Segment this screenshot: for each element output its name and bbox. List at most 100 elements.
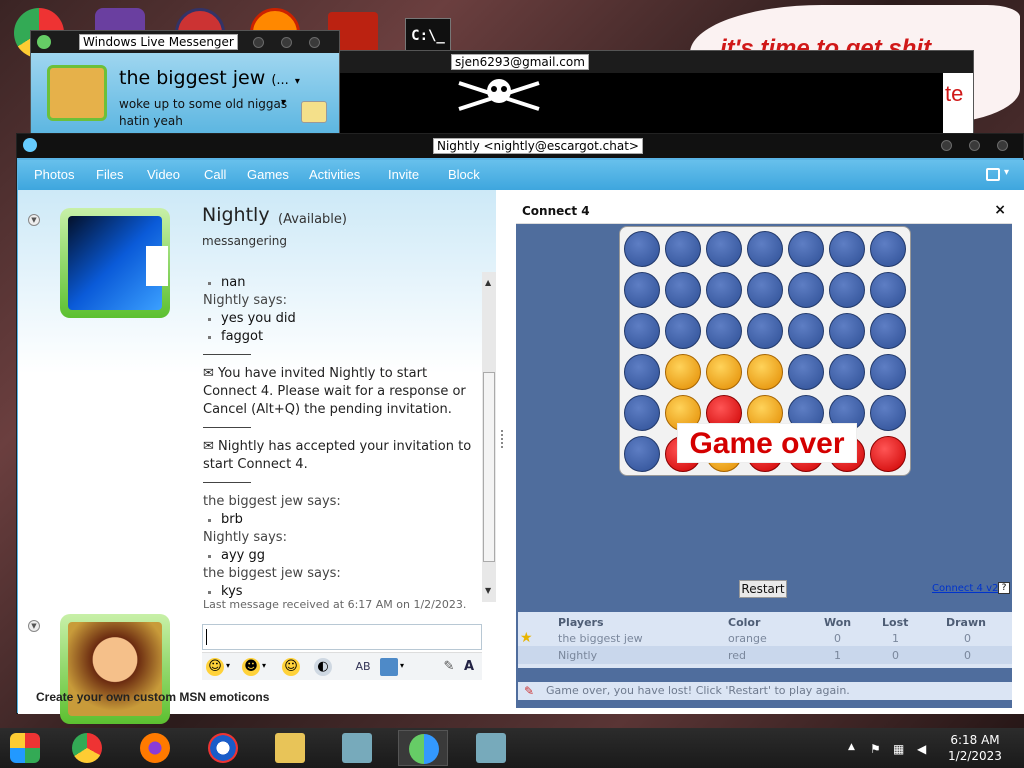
empty-slot[interactable] (870, 272, 906, 308)
minimize-button[interactable] (253, 37, 264, 48)
empty-slot[interactable] (788, 354, 824, 390)
empty-slot[interactable] (829, 231, 865, 267)
font-icon[interactable]: AB (354, 658, 372, 676)
close-button[interactable] (309, 37, 320, 48)
close-button[interactable] (997, 140, 1008, 151)
taskbar-app[interactable] (198, 730, 248, 766)
empty-slot[interactable] (747, 272, 783, 308)
personal-message[interactable]: woke up to some old niggas hatin yeah (119, 96, 289, 130)
menu-invite[interactable]: Invite (388, 167, 419, 182)
empty-slot[interactable] (870, 313, 906, 349)
empty-slot[interactable] (870, 354, 906, 390)
chevron-down-icon[interactable]: ▾ (295, 76, 300, 87)
empty-slot[interactable] (706, 272, 742, 308)
taskbar-chrome[interactable] (62, 730, 112, 766)
menu-games[interactable]: Games (247, 167, 289, 182)
maximize-button[interactable] (281, 37, 292, 48)
empty-slot[interactable] (706, 231, 742, 267)
menu-photos[interactable]: Photos (34, 167, 74, 182)
conversation-window[interactable]: Nightly <nightly@escargot.chat> Photos F… (16, 133, 1024, 724)
custom-emoticons-link[interactable]: Create your own custom MSN emoticons (36, 690, 269, 704)
empty-slot[interactable] (706, 313, 742, 349)
menu-video[interactable]: Video (147, 167, 180, 182)
splitter-grip-icon[interactable] (501, 430, 503, 448)
chevron-down-icon[interactable]: ▾ (400, 661, 404, 670)
pane-splitter[interactable] (496, 190, 508, 714)
background-icon[interactable] (380, 658, 398, 676)
chevron-down-icon[interactable]: ▾ (262, 661, 266, 670)
my-avatar[interactable] (47, 65, 107, 121)
empty-slot[interactable] (624, 313, 660, 349)
network-icon[interactable]: ▦ (893, 742, 904, 756)
empty-slot[interactable] (829, 354, 865, 390)
empty-slot[interactable] (624, 272, 660, 308)
collapse-contact-icon[interactable]: ▼ (28, 214, 40, 226)
empty-slot[interactable] (665, 272, 701, 308)
chevron-down-icon[interactable]: ▾ (281, 97, 286, 108)
taskbar-computer[interactable] (466, 730, 516, 766)
empty-slot[interactable] (665, 231, 701, 267)
restart-button[interactable]: Restart (739, 580, 787, 598)
empty-slot[interactable] (788, 313, 824, 349)
voice-clip-icon[interactable]: ◐ (314, 658, 332, 676)
maximize-button[interactable] (969, 140, 980, 151)
options-menu-icon[interactable] (986, 168, 1000, 181)
wink-icon[interactable]: ☻ (242, 658, 260, 676)
help-icon[interactable]: ? (998, 582, 1010, 594)
taskbar-firefox[interactable] (130, 730, 180, 766)
contact-picture[interactable] (60, 208, 170, 318)
empty-slot[interactable] (624, 436, 660, 472)
message-input[interactable] (202, 624, 482, 650)
version-link[interactable]: Connect 4 v2.0 (932, 583, 1008, 594)
minimize-button[interactable] (941, 140, 952, 151)
collapse-self-icon[interactable]: ▼ (28, 620, 40, 632)
empty-slot[interactable] (624, 395, 660, 431)
handwriting-icon[interactable]: ✎ (440, 658, 458, 676)
empty-slot[interactable] (747, 313, 783, 349)
orange-disc[interactable] (747, 354, 783, 390)
empty-slot[interactable] (829, 272, 865, 308)
scrollbar[interactable]: ▲ ▼ (482, 272, 496, 602)
title-bar[interactable]: Nightly <nightly@escargot.chat> (17, 134, 1023, 158)
scroll-down-arrow-icon[interactable]: ▼ (485, 586, 491, 595)
my-display-picture[interactable] (60, 614, 170, 724)
start-button[interactable] (0, 730, 50, 766)
empty-slot[interactable] (624, 354, 660, 390)
taskbar-messenger[interactable] (398, 730, 448, 766)
empty-slot[interactable] (829, 313, 865, 349)
menu-files[interactable]: Files (96, 167, 123, 182)
command-prompt-icon[interactable]: C:\_ (405, 18, 451, 52)
empty-slot[interactable] (788, 272, 824, 308)
clock[interactable]: 6:18 AM 1/2/2023 (940, 732, 1010, 764)
title-bar[interactable]: Windows Live Messenger (31, 31, 339, 53)
empty-slot[interactable] (870, 395, 906, 431)
empty-slot[interactable] (870, 231, 906, 267)
close-activity-button[interactable]: × (994, 202, 1006, 218)
volume-icon[interactable]: ◀ (917, 742, 926, 756)
taskbar-computer[interactable] (332, 730, 382, 766)
chevron-down-icon[interactable]: ▾ (1004, 167, 1009, 178)
chevron-down-icon[interactable]: ▾ (226, 661, 230, 670)
flag-icon[interactable]: ⚑ (870, 742, 881, 756)
empty-slot[interactable] (747, 231, 783, 267)
menu-call[interactable]: Call (204, 167, 226, 182)
display-name[interactable]: the biggest jew (... ▾ (119, 67, 300, 89)
scroll-thumb[interactable] (483, 372, 495, 562)
title-bar[interactable]: sjen6293@gmail.com (339, 51, 973, 73)
empty-slot[interactable] (624, 231, 660, 267)
orange-disc[interactable] (665, 354, 701, 390)
scroll-up-arrow-icon[interactable]: ▲ (485, 278, 491, 287)
messenger-window[interactable]: Windows Live Messenger the biggest jew (… (30, 30, 340, 140)
taskbar-explorer[interactable] (265, 730, 315, 766)
tray-chevron-up-icon[interactable]: ▲ (848, 742, 855, 752)
empty-slot[interactable] (788, 231, 824, 267)
red-disc[interactable] (870, 436, 906, 472)
menu-block[interactable]: Block (448, 167, 480, 182)
empty-slot[interactable] (665, 313, 701, 349)
background-window[interactable]: sjen6293@gmail.com te (338, 50, 974, 140)
nudge-icon[interactable]: ☺ (282, 658, 300, 676)
menu-activities[interactable]: Activities (309, 167, 360, 182)
text-format-icon[interactable]: A (460, 658, 478, 676)
inbox-icon[interactable] (301, 101, 327, 123)
orange-disc[interactable] (706, 354, 742, 390)
